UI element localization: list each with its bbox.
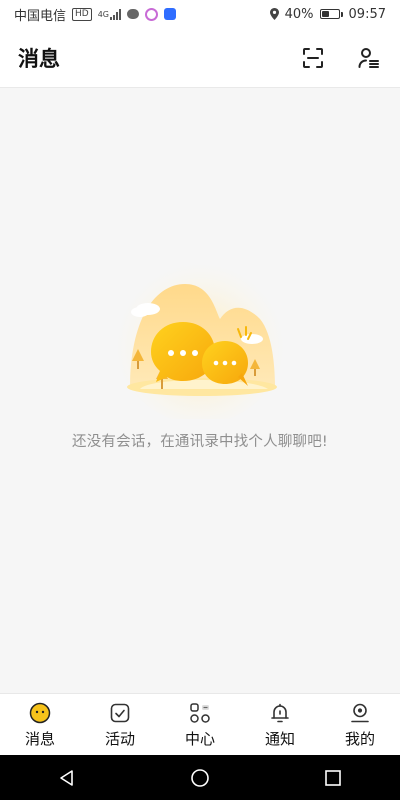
contacts-icon <box>358 47 379 68</box>
app-header: 消息 <box>0 28 400 88</box>
tab-activity[interactable]: 活动 <box>80 694 160 756</box>
tab-label-activity: 活动 <box>104 729 135 748</box>
contacts-button[interactable] <box>356 45 382 71</box>
message-face-icon <box>29 702 51 724</box>
network-type-label: 4G <box>97 9 110 19</box>
scan-icon <box>303 47 323 68</box>
tab-label-notifications: 通知 <box>264 729 295 748</box>
tab-center[interactable]: 中心 <box>160 694 240 756</box>
location-icon <box>269 8 279 20</box>
battery-percent: 40% <box>284 6 314 22</box>
activity-check-icon <box>109 702 131 724</box>
status-bar-left: 中国电信 HD 4G <box>14 5 177 24</box>
message-list-area[interactable]: 还没有会话，在通讯录中找个人聊聊吧! <box>0 89 400 693</box>
profile-icon <box>349 702 371 724</box>
shield-notification-icon <box>164 8 177 20</box>
tab-label-messages: 消息 <box>24 729 55 748</box>
hd-icon: HD <box>72 7 92 21</box>
tab-label-center: 中心 <box>184 729 215 748</box>
center-grid-icon <box>189 702 211 724</box>
battery-icon <box>319 9 343 19</box>
header-actions <box>300 45 382 71</box>
recents-button[interactable] <box>313 758 353 798</box>
system-navigation-bar <box>0 755 400 800</box>
tab-notifications[interactable]: 通知 <box>240 694 320 756</box>
app-notification-icon <box>145 7 159 21</box>
back-triangle-icon <box>59 769 73 786</box>
message-bubble-icon <box>127 9 140 19</box>
status-bar: 中国电信 HD 4G 40% 09:57 <box>0 0 400 28</box>
home-circle-icon <box>191 768 209 787</box>
back-button[interactable] <box>47 758 87 798</box>
home-button[interactable] <box>180 758 220 798</box>
status-bar-right: 40% 09:57 <box>269 6 386 22</box>
signal-icon: 4G <box>97 8 122 20</box>
tab-label-profile: 我的 <box>344 729 375 748</box>
empty-chat-illustration <box>115 254 285 419</box>
tab-messages[interactable]: 消息 <box>0 694 80 756</box>
bottom-tab-bar: 消息 活动 中心 通知 我的 <box>0 693 400 756</box>
scan-button[interactable] <box>300 45 326 71</box>
recents-square-icon <box>325 769 342 786</box>
bell-icon <box>269 702 291 724</box>
carrier-label: 中国电信 <box>14 8 67 24</box>
tab-profile[interactable]: 我的 <box>320 694 400 756</box>
page-title: 消息 <box>18 46 60 71</box>
clock: 09:57 <box>348 6 386 22</box>
empty-state-message: 还没有会话，在通讯录中找个人聊聊吧! <box>72 434 328 450</box>
